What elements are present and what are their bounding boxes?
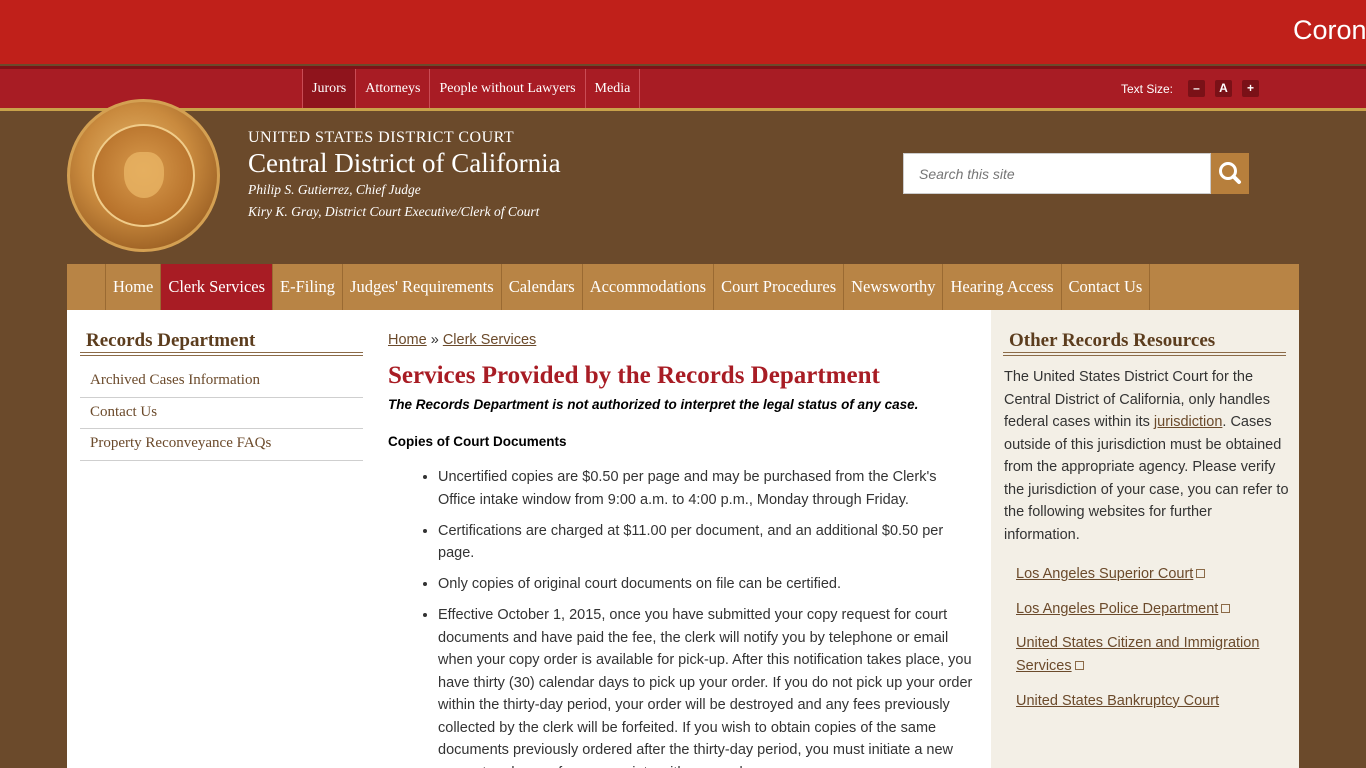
jurisdiction-text-after: . Cases outside of this jurisdiction mus…: [1004, 414, 1289, 543]
list-item: Los Angeles Superior Court: [1016, 563, 1286, 586]
nav-item-court-procedures[interactable]: Court Procedures: [714, 264, 845, 310]
nav-item-calendars[interactable]: Calendars: [502, 264, 583, 310]
right-sidebar-title: Other Records Resources: [1009, 330, 1216, 351]
utility-link-people-without-lawyers[interactable]: People without Lawyers: [430, 69, 586, 108]
jurisdiction-paragraph: The United States District Court for the…: [1004, 366, 1289, 546]
nav-item-home[interactable]: Home: [106, 264, 162, 310]
court-district-name[interactable]: Central District of California: [248, 148, 561, 179]
seal-inner-ring: [92, 124, 195, 227]
nav-item-accommodations[interactable]: Accommodations: [583, 264, 715, 310]
breadcrumb-separator: »: [430, 332, 439, 348]
link-bankruptcy-court[interactable]: United States Bankruptcy Court: [1016, 693, 1219, 709]
eagle-emblem-icon: [124, 152, 164, 198]
utility-link-attorneys[interactable]: Attorneys: [356, 69, 431, 108]
utility-bar: Jurors Attorneys People without Lawyers …: [0, 66, 1366, 111]
right-sidebar-divider: [1003, 352, 1286, 356]
court-seal-logo[interactable]: [67, 99, 220, 252]
nav-item-clerk-services[interactable]: Clerk Services: [161, 264, 274, 310]
list-item: United States Bankruptcy Court: [1016, 690, 1286, 713]
text-size-reset-button[interactable]: A: [1215, 80, 1232, 97]
sidebar-item-archived-cases[interactable]: Archived Cases Information: [80, 366, 363, 398]
search-button[interactable]: [1211, 153, 1249, 194]
nav-item-e-filing[interactable]: E-Filing: [273, 264, 344, 310]
breadcrumb: Home » Clerk Services: [388, 332, 536, 348]
main-nav: Home Clerk Services E-Filing Judges' Req…: [67, 264, 1299, 310]
left-sidebar-nav: Archived Cases Information Contact Us Pr…: [80, 366, 363, 461]
breadcrumb-clerk-services-link[interactable]: Clerk Services: [443, 332, 536, 348]
list-item: Effective October 1, 2015, once you have…: [438, 604, 973, 768]
page-title: Services Provided by the Records Departm…: [388, 362, 880, 389]
external-resources-list: Los Angeles Superior Court Los Angeles P…: [1016, 563, 1286, 724]
sidebar-item-contact-us[interactable]: Contact Us: [80, 398, 363, 429]
utility-nav: Jurors Attorneys People without Lawyers …: [302, 69, 641, 108]
external-link-icon: [1196, 569, 1206, 578]
search-input[interactable]: [904, 154, 1210, 193]
left-sidebar-divider: [80, 352, 363, 356]
breadcrumb-home-link[interactable]: Home: [388, 332, 427, 348]
list-item: Certifications are charged at $11.00 per…: [438, 520, 973, 565]
utility-link-jurors[interactable]: Jurors: [302, 69, 357, 108]
text-size-decrease-button[interactable]: –: [1188, 80, 1205, 97]
link-uscis[interactable]: United States Citizen and Immigration Se…: [1016, 635, 1259, 674]
nav-item-contact-us[interactable]: Contact Us: [1062, 264, 1151, 310]
nav-item-newsworthy[interactable]: Newsworthy: [844, 264, 944, 310]
alert-text[interactable]: Coron: [1293, 15, 1366, 46]
services-list: Uncertified copies are $0.50 per page an…: [438, 466, 973, 768]
sidebar-item-property-reconveyance[interactable]: Property Reconveyance FAQs: [80, 429, 363, 461]
jurisdiction-link[interactable]: jurisdiction: [1154, 414, 1223, 430]
text-size-label: Text Size:: [1121, 82, 1174, 96]
search-field-wrapper: [903, 153, 1211, 194]
search-icon: [1219, 162, 1241, 184]
nav-item-hearing-access[interactable]: Hearing Access: [943, 264, 1062, 310]
section-heading: Copies of Court Documents: [388, 434, 567, 449]
utility-link-media[interactable]: Media: [586, 69, 641, 108]
alert-banner: Coron: [0, 0, 1366, 64]
external-link-icon: [1221, 603, 1231, 613]
external-link-icon: [1074, 661, 1084, 670]
list-item: Uncertified copies are $0.50 per page an…: [438, 466, 973, 511]
list-item: Los Angeles Police Department: [1016, 598, 1286, 621]
nav-item-judges-requirements[interactable]: Judges' Requirements: [343, 264, 502, 310]
link-lapd[interactable]: Los Angeles Police Department: [1016, 601, 1218, 617]
disclaimer-note: The Records Department is not authorized…: [388, 397, 919, 412]
court-name-top: UNITED STATES DISTRICT COURT: [248, 129, 515, 146]
text-size-increase-button[interactable]: +: [1242, 80, 1259, 97]
list-item: United States Citizen and Immigration Se…: [1016, 632, 1286, 678]
link-la-superior-court[interactable]: Los Angeles Superior Court: [1016, 566, 1193, 582]
chief-judge-name: Philip S. Gutierrez, Chief Judge: [248, 182, 421, 197]
list-item: Only copies of original court documents …: [438, 573, 973, 596]
left-sidebar-title: Records Department: [86, 330, 256, 351]
clerk-of-court-name: Kiry K. Gray, District Court Executive/C…: [248, 204, 540, 219]
